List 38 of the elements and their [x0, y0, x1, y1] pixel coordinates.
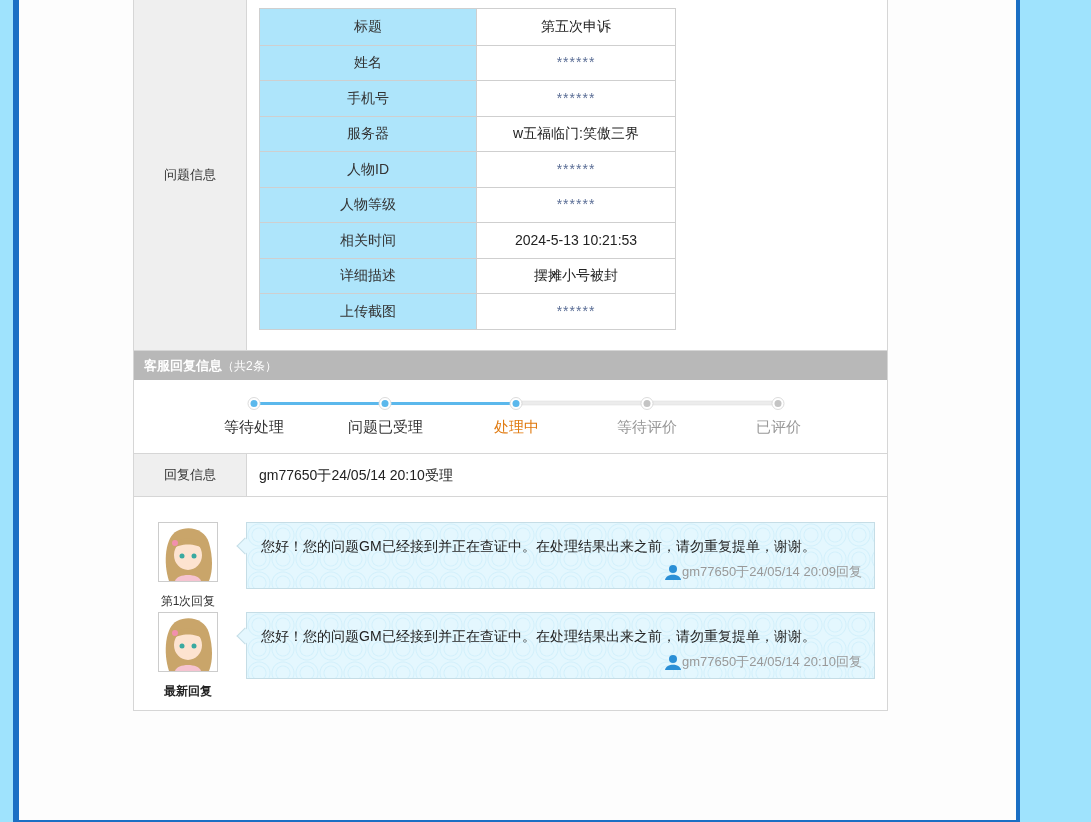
field-label: 手机号 [260, 81, 477, 116]
field-value: 2024-5-13 10:21:53 [513, 230, 639, 250]
field-value: 第五次申诉 [540, 17, 612, 37]
field-label: 姓名 [260, 45, 477, 80]
field-label: 上传截图 [260, 294, 477, 329]
reply-message: 您好！您的问题GM已经接到并正在查证中。在处理结果出来之前，请勿重复提单，谢谢。 [261, 537, 817, 556]
section-label: 问题信息 [164, 166, 216, 185]
field-value: ****** [555, 88, 597, 108]
step-label: 等待处理 [224, 417, 284, 437]
reply-caption: 最新回复 [164, 683, 212, 700]
avatar-image [158, 612, 218, 672]
reply-meta: gm77650于24/05/14 20:09回复 [682, 563, 862, 581]
reply-meta: gm77650于24/05/14 20:10回复 [682, 653, 862, 671]
section-title: 客服回复信息 [144, 356, 222, 375]
field-value: w五福临门:笑傲三界 [512, 124, 640, 144]
field-value: ****** [555, 195, 597, 215]
field-label: 人物等级 [260, 187, 477, 222]
step-label: 已评价 [755, 417, 801, 437]
field-label: 人物ID [260, 152, 477, 187]
reply-message: 您好！您的问题GM已经接到并正在查证中。在处理结果出来之前，请勿重复提单，谢谢。 [261, 627, 817, 646]
field-value: ****** [555, 301, 597, 321]
field-label: 详细描述 [260, 258, 477, 293]
field-value: ****** [555, 159, 597, 179]
user-icon [665, 653, 682, 670]
reply-caption: 第1次回复 [160, 593, 216, 610]
step-label: 处理中 [493, 417, 539, 437]
reply-count: （共2条） [222, 357, 277, 375]
field-label: 标题 [260, 9, 477, 45]
avatar-image [158, 522, 218, 582]
step-label: 问题已受理 [347, 417, 423, 437]
user-icon [665, 563, 682, 580]
section-label: 回复信息 [164, 466, 216, 485]
field-value: 摆摊小号被封 [533, 266, 619, 286]
field-label: 服务器 [260, 116, 477, 151]
field-label: 相关时间 [260, 223, 477, 258]
reply-status: gm77650于24/05/14 20:10受理 [259, 465, 453, 485]
step-label: 等待评价 [617, 417, 677, 437]
field-value: ****** [555, 53, 597, 73]
